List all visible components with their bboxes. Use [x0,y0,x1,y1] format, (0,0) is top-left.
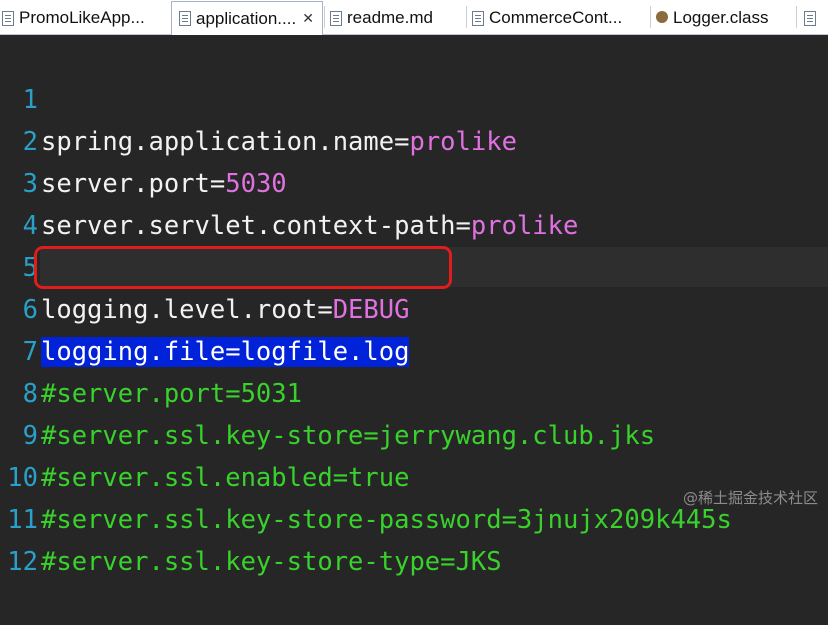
tab-label: readme.md [347,8,433,27]
watermark: @稀土掘金技术社区 [682,489,818,507]
close-icon[interactable]: ✕ [302,10,314,27]
java-file-icon [472,10,484,26]
markdown-file-icon [330,10,342,26]
properties-file-icon [179,11,191,26]
code-line: 7 #server.port=5031 [0,289,828,409]
code-line: 4 [0,163,828,241]
code-line: 10 #server.ssl.key-store-password=3jnujx… [0,415,828,535]
code-line: 3 server.servlet.context-path=prolike [0,121,828,241]
code-line: 1 spring.application.name=prolike [0,37,828,157]
code-line: 9 #server.ssl.enabled=true [0,373,828,493]
tab-label: Logger.class [673,8,769,27]
java-file-icon [2,10,14,26]
tab-separator [796,6,797,28]
tab-promolikeapp[interactable]: PromoLikeApp... [2,2,170,34]
line-number: 12 [7,547,38,577]
code-line: 8 #server.ssl.key-store=jerrywang.club.j… [0,331,828,451]
tab-overflow[interactable] [804,2,828,34]
tab-separator [650,6,651,28]
code-line: 5 logging.level.root=DEBUG [0,205,828,325]
code-line: 6 logging.file=logfile.log [0,247,828,367]
tab-commercecontroller[interactable]: CommerceCont... [472,2,648,34]
tab-logger-class[interactable]: Logger.class [656,2,796,34]
tab-application-properties[interactable]: application.... ✕ [171,1,323,35]
tab-separator [466,6,467,28]
class-file-icon [656,10,668,26]
file-icon [804,10,816,26]
code-line: 2 server.port=5030 [0,79,828,199]
tab-label: CommerceCont... [489,8,623,27]
code-editor[interactable]: 1 spring.application.name=prolike 2 serv… [0,35,828,577]
tab-label: PromoLikeApp... [19,8,145,27]
comment-text: #server.ssl.key-store-type=JKS [41,547,502,577]
tab-separator [324,6,325,28]
editor-tab-bar: PromoLikeApp... application.... ✕ readme… [0,0,828,35]
tab-readme[interactable]: readme.md [330,2,464,34]
tab-label: application.... [196,8,297,28]
